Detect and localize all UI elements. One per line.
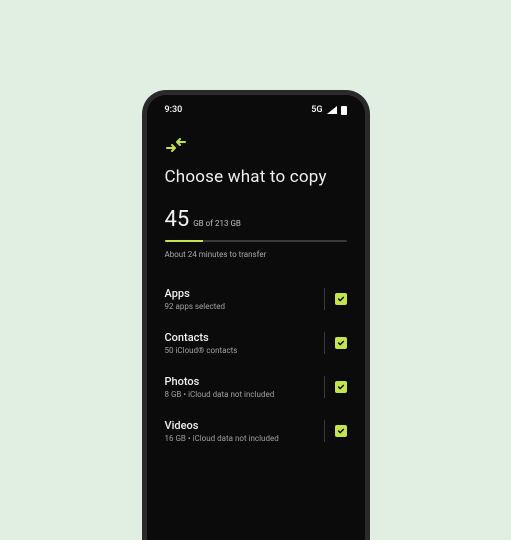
signal-icon (327, 106, 337, 114)
status-right: 5G (311, 105, 346, 115)
item-subtitle: 8 GB • iCloud data not included (165, 390, 275, 399)
check-icon (337, 339, 345, 347)
screen: 9:30 5G Choose what to copy 45 GB of 213… (147, 95, 365, 540)
item-right (324, 332, 347, 354)
checkbox[interactable] (335, 425, 347, 437)
item-text: Contacts 50 iCloud® contacts (165, 331, 238, 355)
list-item[interactable]: Photos 8 GB • iCloud data not included (165, 365, 347, 409)
phone-frame: 9:30 5G Choose what to copy 45 GB of 213… (142, 90, 370, 540)
item-subtitle: 16 GB • iCloud data not included (165, 434, 279, 443)
item-title: Apps (165, 287, 226, 300)
network-label: 5G (311, 105, 322, 115)
check-icon (337, 383, 345, 391)
divider (324, 376, 325, 398)
page-title: Choose what to copy (165, 167, 347, 187)
item-text: Videos 16 GB • iCloud data not included (165, 419, 279, 443)
status-time: 9:30 (165, 105, 183, 115)
storage-summary: 45 GB of 213 GB (165, 207, 347, 232)
item-subtitle: 92 apps selected (165, 302, 226, 311)
storage-used-number: 45 (165, 207, 190, 232)
storage-total-label: GB of 213 GB (193, 219, 241, 228)
item-right (324, 420, 347, 442)
item-right (324, 376, 347, 398)
divider (324, 332, 325, 354)
item-text: Apps 92 apps selected (165, 287, 226, 311)
check-icon (337, 295, 345, 303)
battery-icon (341, 106, 347, 115)
status-bar: 9:30 5G (165, 95, 347, 119)
check-icon (337, 427, 345, 435)
divider (324, 420, 325, 442)
time-estimate: About 24 minutes to transfer (165, 250, 347, 259)
checkbox[interactable] (335, 293, 347, 305)
list-item[interactable]: Videos 16 GB • iCloud data not included (165, 409, 347, 453)
item-text: Photos 8 GB • iCloud data not included (165, 375, 275, 399)
list-item[interactable]: Apps 92 apps selected (165, 277, 347, 321)
checkbox[interactable] (335, 381, 347, 393)
item-right (324, 288, 347, 310)
list-item[interactable]: Contacts 50 iCloud® contacts (165, 321, 347, 365)
storage-progress-fill (165, 240, 203, 242)
checkbox[interactable] (335, 337, 347, 349)
storage-progress-bar (165, 240, 347, 242)
transfer-arrows-icon (165, 137, 347, 153)
divider (324, 288, 325, 310)
item-subtitle: 50 iCloud® contacts (165, 346, 238, 355)
item-title: Videos (165, 419, 279, 432)
item-title: Contacts (165, 331, 238, 344)
item-title: Photos (165, 375, 275, 388)
